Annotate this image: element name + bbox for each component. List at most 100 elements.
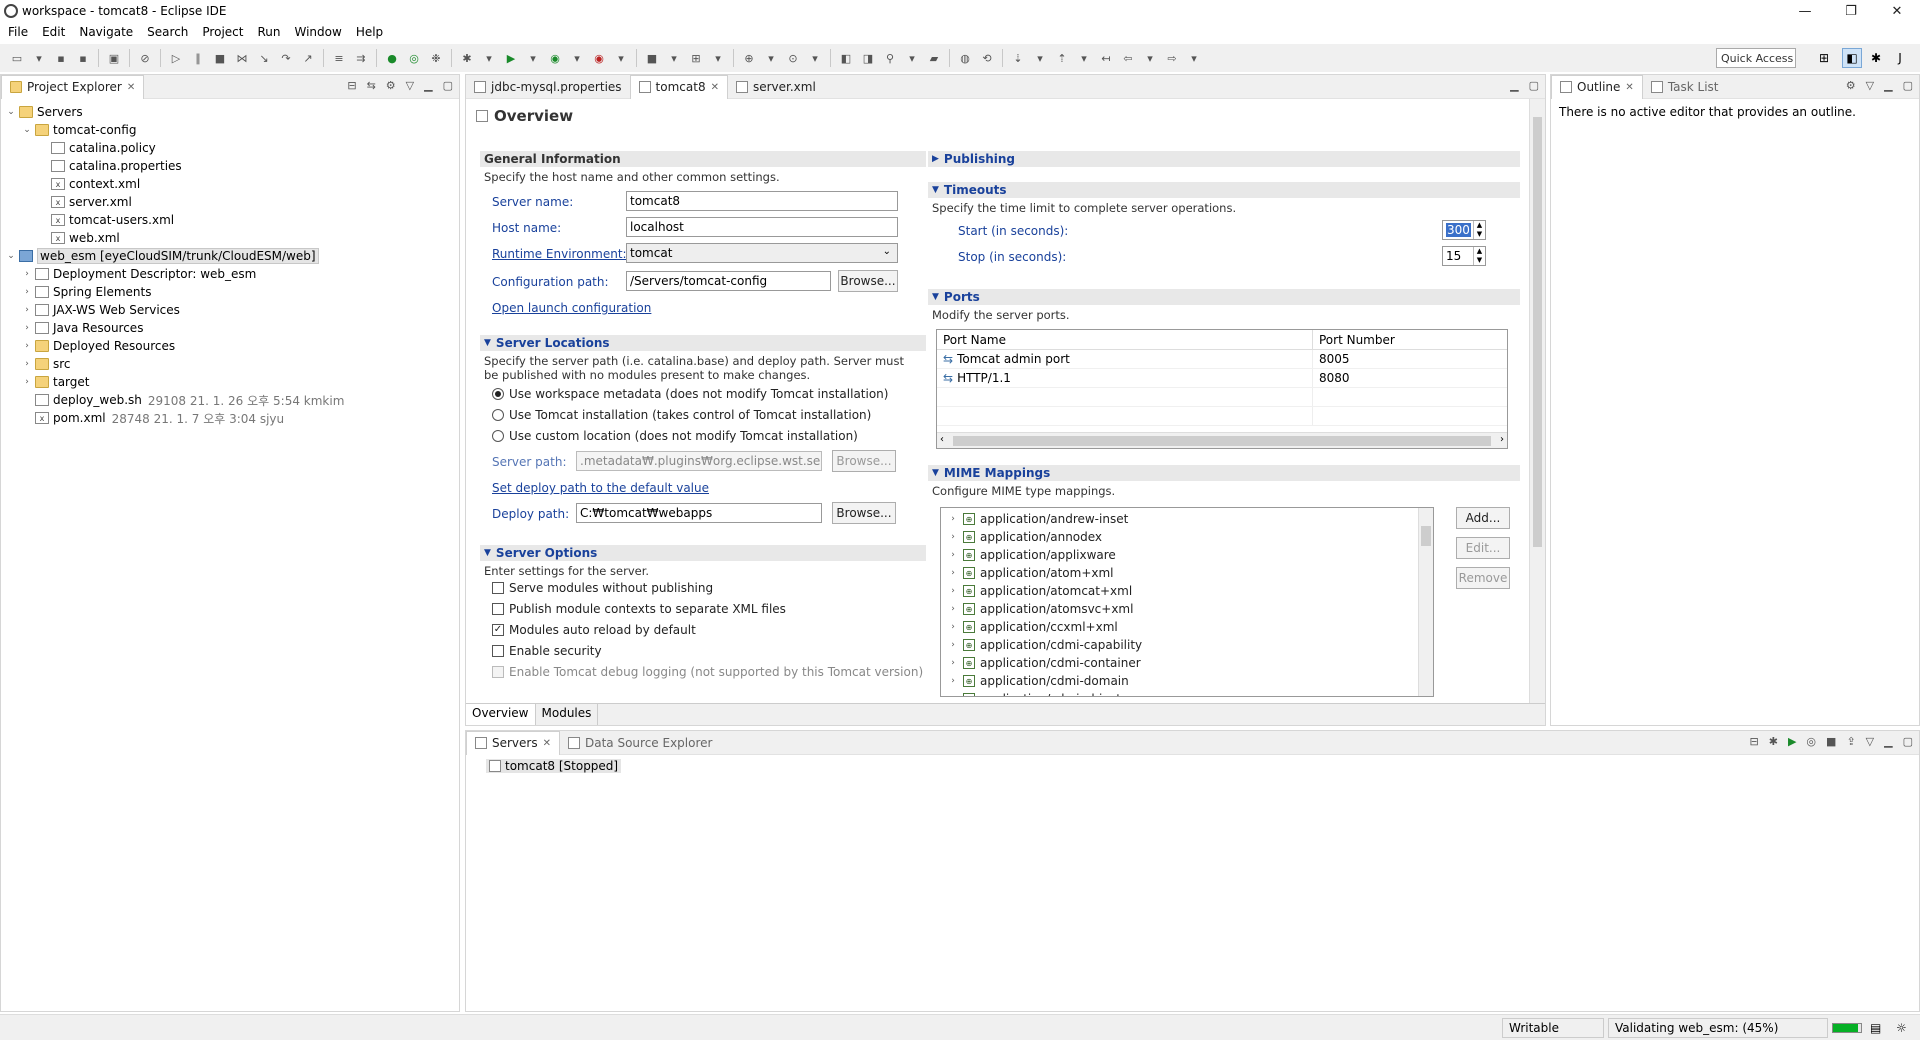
add-mime-button[interactable]: Add... — [1456, 507, 1510, 529]
checkbox-checked[interactable]: ✓ — [492, 624, 504, 636]
tree-item[interactable]: x context.xml — [5, 175, 459, 193]
focus-icon[interactable]: ⚙ — [1846, 79, 1856, 92]
port-number[interactable]: 8080 — [1313, 369, 1356, 387]
collapsed-twisty-icon[interactable]: › — [947, 658, 959, 668]
use-step-filters-icon[interactable]: ⇉ — [352, 50, 370, 66]
dropdown-icon[interactable]: ▾ — [480, 50, 498, 66]
mime-item[interactable]: › ⊕ application/cdmi-container — [941, 654, 1433, 672]
search-icon[interactable]: ⚲ — [881, 50, 899, 66]
open-folder-icon[interactable]: ▰ — [925, 50, 943, 66]
set-default-deploy-path-link[interactable]: Set deploy path to the default value — [492, 481, 709, 495]
terminate-icon[interactable]: ■ — [211, 50, 229, 66]
stop-timeout-spinner[interactable]: 15 ▲ ▼ — [1442, 246, 1486, 266]
port-number[interactable]: 8005 — [1313, 350, 1356, 368]
tree-item[interactable]: › Java Resources — [5, 319, 459, 337]
collapsed-twisty-icon[interactable]: › — [21, 341, 33, 351]
minimize-view-icon[interactable]: ▁ — [424, 79, 432, 92]
resume-icon[interactable]: ▷ — [167, 50, 185, 66]
spinner-arrows-icon[interactable]: ▲ ▼ — [1473, 221, 1485, 239]
table-row[interactable]: ⇆ Tomcat admin port 8005 — [937, 350, 1507, 369]
menu-run[interactable]: Run — [249, 25, 286, 39]
view-menu-icon[interactable]: ▽ — [406, 79, 414, 92]
mime-item[interactable]: › ⊕ application/atom+xml — [941, 564, 1433, 582]
stop-icon[interactable]: ■ — [643, 50, 661, 66]
start-server-icon[interactable]: ▶ — [1788, 735, 1796, 748]
mime-item[interactable]: › ⊕ application/andrew-inset — [941, 510, 1433, 528]
open-perspective-icon[interactable]: ⊞ — [1814, 48, 1834, 68]
option-checkbox-row[interactable]: Serve modules without publishing — [492, 581, 713, 595]
collapsed-twisty-icon[interactable]: › — [947, 586, 959, 596]
horizontal-scrollbar[interactable]: ‹ › — [937, 432, 1507, 448]
tree-item[interactable]: › Spring Elements — [5, 283, 459, 301]
collapsed-twisty-icon[interactable]: › — [947, 622, 959, 632]
open-launch-configuration-link[interactable]: Open launch configuration — [492, 301, 651, 315]
next-annotation-icon[interactable]: ⇣ — [1009, 50, 1027, 66]
mime-item[interactable]: › ⊕ application/cdmi-object — [941, 690, 1433, 696]
tab-outline[interactable]: Outline ✕ — [1551, 74, 1643, 99]
section-header[interactable]: ▼ Server Options — [480, 545, 926, 561]
collapse-all-icon[interactable]: ⊟ — [1750, 735, 1759, 748]
tree-item[interactable]: › Deployment Descriptor: web_esm — [5, 265, 459, 283]
minimize-view-icon[interactable]: ▁ — [1884, 735, 1892, 748]
globe-icon[interactable]: ◍ — [956, 50, 974, 66]
forward-icon[interactable]: ⇨ — [1163, 50, 1181, 66]
radio-workspace-metadata[interactable]: Use workspace metadata (does not modify … — [492, 387, 888, 401]
maximize-button[interactable]: ❐ — [1828, 0, 1874, 22]
collapsed-twisty-icon[interactable]: › — [21, 305, 33, 315]
dropdown-icon[interactable]: ▾ — [1075, 50, 1093, 66]
dropdown-icon[interactable]: ▾ — [1141, 50, 1159, 66]
expanded-twisty-icon[interactable]: ⌄ — [5, 251, 17, 261]
save-all-icon[interactable]: ▪ — [74, 50, 92, 66]
tree-item[interactable]: x server.xml — [5, 193, 459, 211]
previous-annotation-icon[interactable]: ⇡ — [1053, 50, 1071, 66]
menu-search[interactable]: Search — [139, 25, 194, 39]
section-header[interactable]: ▼ Timeouts — [928, 182, 1520, 198]
collapsed-twisty-icon[interactable]: › — [947, 514, 959, 524]
last-edit-icon[interactable]: ↤ — [1097, 50, 1115, 66]
java-perspective-icon[interactable]: J — [1890, 48, 1910, 68]
scroll-left-icon[interactable]: ‹ — [940, 434, 944, 445]
dropdown-icon[interactable]: ▾ — [1031, 50, 1049, 66]
menu-navigate[interactable]: Navigate — [71, 25, 139, 39]
menu-file[interactable]: File — [0, 25, 34, 39]
close-icon[interactable]: ✕ — [1625, 82, 1633, 93]
collapsed-twisty-icon[interactable]: › — [21, 377, 33, 387]
column-port-name[interactable]: Port Name — [937, 330, 1313, 349]
external-tools-icon[interactable]: ◉ — [590, 50, 608, 66]
menu-project[interactable]: Project — [194, 25, 249, 39]
tab-project-explorer[interactable]: Project Explorer ✕ — [1, 74, 145, 99]
publish-icon[interactable]: ⇪ — [1846, 735, 1855, 748]
open-task-icon[interactable]: ◨ — [859, 50, 877, 66]
tree-item[interactable]: deploy_web.sh 29108 21. 1. 26 오후 5:54 kmk… — [5, 391, 459, 409]
link-with-editor-icon[interactable]: ⇆ — [367, 79, 376, 92]
collapsed-twisty-icon[interactable]: › — [947, 568, 959, 578]
browse-config-button[interactable]: Browse... — [838, 270, 898, 292]
collapsed-twisty-icon[interactable]: › — [21, 359, 33, 369]
tree-item[interactable]: ⌄ web_esm [eyeCloudSIM/trunk/CloudESM/web… — [5, 247, 459, 265]
deploy-path-input[interactable]: C:₩tomcat₩webapps — [576, 503, 822, 523]
dropdown-icon[interactable]: ▾ — [568, 50, 586, 66]
dropdown-icon[interactable]: ▾ — [524, 50, 542, 66]
section-header[interactable]: ▼ MIME Mappings — [928, 465, 1520, 481]
collapsed-twisty-icon[interactable]: › — [947, 640, 959, 650]
refresh-icon[interactable]: ◎ — [405, 50, 423, 66]
server-entry[interactable]: tomcat8 [Stopped] — [486, 759, 622, 773]
close-icon[interactable]: ✕ — [127, 82, 135, 93]
background-tasks-icon[interactable]: ▤ — [1870, 1021, 1881, 1035]
mime-item[interactable]: › ⊕ application/atomcat+xml — [941, 582, 1433, 600]
checkbox[interactable] — [492, 582, 504, 594]
toggle-mark-icon[interactable]: ⟲ — [978, 50, 996, 66]
progress-bar[interactable] — [1832, 1023, 1862, 1033]
minimize-button[interactable]: — — [1782, 0, 1828, 22]
tree-item[interactable]: › src — [5, 355, 459, 373]
filter-icon[interactable]: ⚙ — [386, 79, 396, 92]
collapsed-twisty-icon[interactable]: › — [947, 676, 959, 686]
editor-vertical-scrollbar[interactable] — [1529, 99, 1545, 703]
progress-status[interactable]: Validating web_esm: (45%) — [1608, 1018, 1828, 1038]
dropdown-icon[interactable]: ▾ — [665, 50, 683, 66]
dropdown-icon[interactable]: ▾ — [1185, 50, 1203, 66]
radio-tomcat-installation[interactable]: Use Tomcat installation (takes control o… — [492, 408, 871, 422]
vertical-scrollbar[interactable] — [1418, 508, 1433, 696]
step-into-icon[interactable]: ↘ — [255, 50, 273, 66]
collapsed-twisty-icon[interactable]: › — [21, 269, 33, 279]
